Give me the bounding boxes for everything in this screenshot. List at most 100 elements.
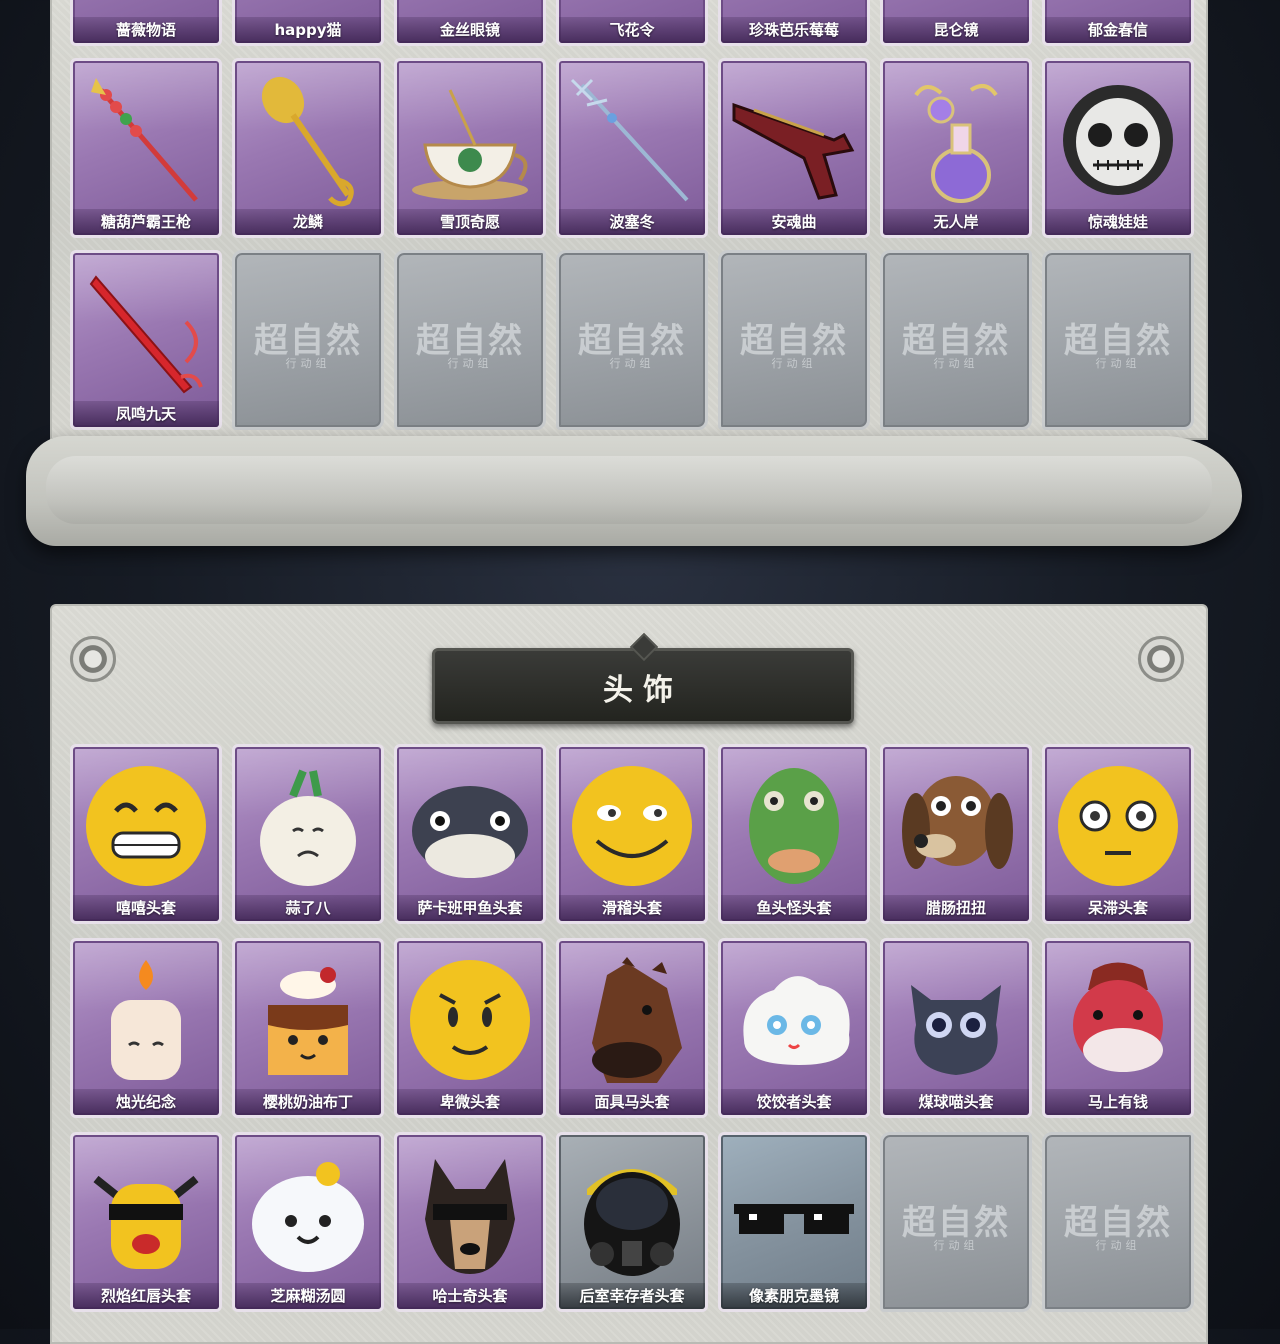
headwear-card[interactable]: 呆滞头套 [1042,744,1194,924]
section-title: 头饰 [603,673,683,708]
blade-icon [73,257,219,407]
fish-man-icon [721,751,867,901]
item-label: 飞花令 [559,17,705,43]
headwear-card[interactable]: 腊肠扭扭 [880,744,1032,924]
item-label: 滑稽头套 [559,895,705,921]
headwear-card[interactable]: 鱼头怪头套 [718,744,870,924]
placeholder-logo-sub: 行动组 [933,1239,979,1252]
headwear-card[interactable]: 面具马头套 [556,938,708,1118]
weapon-row-3: 凤鸣九天 超自然 行动组 超自然 行动组 超自然 行动组 超自然 行动组 超自然 行动组 … [70,250,1194,430]
item-label: 波塞冬 [559,209,705,235]
dog-head-icon [883,751,1029,901]
placeholder-logo-sub: 行动组 [933,357,979,370]
empty-slot: 超自然 行动组 [880,250,1032,430]
potion-icon [883,65,1029,215]
item-card-dragon-scale[interactable]: 龙鳞 [232,58,384,238]
headwear-card[interactable]: 卑微头套 [394,938,546,1118]
headwear-card[interactable]: 嘻嘻头套 [70,744,222,924]
empty-slot: 超自然 行动组 [1042,250,1194,430]
shovel-icon [235,65,381,215]
trident-icon [559,65,705,215]
item-card-spooky-doll[interactable]: 惊魂娃娃 [1042,58,1194,238]
cat-head-icon [883,945,1029,1095]
item-label: 安魂曲 [721,209,867,235]
headwear-card[interactable]: 饺饺者头套 [718,938,870,1118]
headwear-card[interactable]: 马上有钱 [1042,938,1194,1118]
garlic-icon [235,751,381,901]
item-label: 雪顶奇愿 [397,209,543,235]
item-card-poseidon[interactable]: 波塞冬 [556,58,708,238]
empty-slot: 超自然 行动组 [718,250,870,430]
headwear-card[interactable]: 萨卡班甲鱼头套 [394,744,546,924]
empty-slot: 超自然 行动组 [394,250,546,430]
placeholder-logo-sub: 行动组 [1095,1239,1141,1252]
item-label: 马上有钱 [1045,1089,1191,1115]
medallion-icon [1138,636,1184,682]
gun-icon [721,65,867,215]
horse-head-icon [1045,945,1191,1095]
empty-slot: 超自然 行动组 [556,250,708,430]
headwear-row-1: 嘻嘻头套 蒜了八 萨卡班甲鱼头套 滑稽头套 鱼头怪头套 腊肠扭扭 呆滞头套 [70,744,1194,924]
item-card[interactable]: 昆仑镜 [880,0,1032,46]
item-label: 哈士奇头套 [397,1283,543,1309]
empty-slot: 超自然 行动组 [880,1132,1032,1312]
item-label: 蒜了八 [235,895,381,921]
item-label: 无人岸 [883,209,1029,235]
item-label: 萨卡班甲鱼头套 [397,895,543,921]
item-label: 烈焰红唇头套 [73,1283,219,1309]
husky-head-icon [397,1139,543,1289]
headwear-card[interactable]: 哈士奇头套 [394,1132,546,1312]
item-label: 饺饺者头套 [721,1089,867,1115]
item-card[interactable]: 飞花令 [556,0,708,46]
medallion-icon [70,636,116,682]
weapon-row-2: 糖葫芦霸王枪 龙鳞 雪顶奇愿 波塞冬 安魂曲 无人岸 惊魂娃娃 [70,58,1194,238]
item-label: 郁金春信 [1045,17,1191,43]
item-card-snowtop-wish[interactable]: 雪顶奇愿 [394,58,546,238]
item-card[interactable]: 珍珠芭乐莓莓 [718,0,870,46]
dazed-face-icon [1045,751,1191,901]
item-label: 芝麻糊汤圆 [235,1283,381,1309]
headwear-row-2: 烛光纪念 樱桃奶油布丁 卑微头套 面具马头套 饺饺者头套 煤球喵头套 马上有钱 [70,938,1194,1118]
headwear-card[interactable]: 像素朋克墨镜 [718,1132,870,1312]
item-label: 煤球喵头套 [883,1089,1029,1115]
item-card-phoenix[interactable]: 凤鸣九天 [70,250,222,430]
item-label: 昆仑镜 [883,17,1029,43]
item-label: 面具马头套 [559,1089,705,1115]
item-label: 卑微头套 [397,1089,543,1115]
weapon-row-1: 蔷薇物语 happy猫 金丝眼镜 飞花令 珍珠芭乐莓莓 昆仑镜 郁金春信 [70,0,1194,46]
headwear-card[interactable]: 芝麻糊汤圆 [232,1132,384,1312]
item-label: 蔷薇物语 [73,17,219,43]
item-label: 珍珠芭乐莓莓 [721,17,867,43]
item-label: 金丝眼镜 [397,17,543,43]
headwear-card[interactable]: 滑稽头套 [556,744,708,924]
smug-face-icon [559,751,705,901]
headwear-card[interactable]: 后室幸存者头套 [556,1132,708,1312]
headwear-card[interactable]: 樱桃奶油布丁 [232,938,384,1118]
headwear-card[interactable]: 烛光纪念 [70,938,222,1118]
headwear-card[interactable]: 蒜了八 [232,744,384,924]
item-card-no-shore[interactable]: 无人岸 [880,58,1032,238]
item-label: 烛光纪念 [73,1089,219,1115]
placeholder-logo-sub: 行动组 [1095,357,1141,370]
item-label: 凤鸣九天 [73,401,219,427]
item-label: 糖葫芦霸王枪 [73,209,219,235]
item-card[interactable]: 金丝眼镜 [394,0,546,46]
placeholder-logo-sub: 行动组 [609,357,655,370]
item-label: 腊肠扭扭 [883,895,1029,921]
headwear-card[interactable]: 煤球喵头套 [880,938,1032,1118]
item-label: happy猫 [235,17,381,43]
item-label: 呆滞头套 [1045,895,1191,921]
pixel-sunglasses-icon [721,1139,867,1289]
item-label: 龙鳞 [235,209,381,235]
item-card[interactable]: 郁金春信 [1042,0,1194,46]
headwear-card[interactable]: 烈焰红唇头套 [70,1132,222,1312]
spear-icon [73,65,219,215]
item-card-candied-spear[interactable]: 糖葫芦霸王枪 [70,58,222,238]
skull-mask-icon [1045,65,1191,215]
candle-icon [73,945,219,1095]
item-card-requiem[interactable]: 安魂曲 [718,58,870,238]
placeholder-logo-sub: 行动组 [447,357,493,370]
dumpling-icon [721,945,867,1095]
item-card[interactable]: happy猫 [232,0,384,46]
item-card[interactable]: 蔷薇物语 [70,0,222,46]
